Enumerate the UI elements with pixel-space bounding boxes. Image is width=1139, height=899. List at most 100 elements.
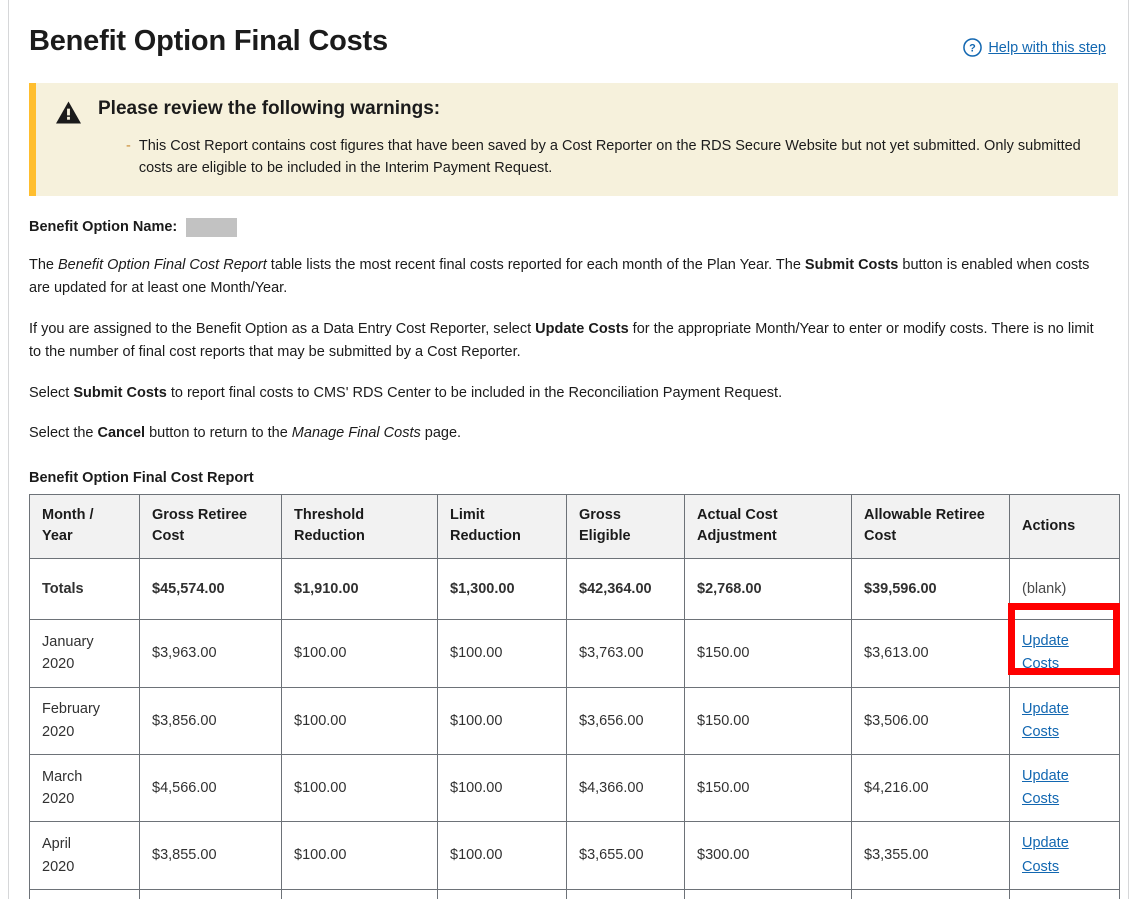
benefit-option-name-label: Benefit Option Name: [29, 219, 177, 235]
cell-limit-reduction: $100.00 [438, 754, 567, 821]
update-costs-link[interactable]: Update Costs [1022, 630, 1107, 676]
para3-text-b: to report final costs to CMS' RDS Center… [167, 385, 782, 401]
cell-actions: Update Costs [1010, 687, 1120, 754]
page-inner: Benefit Option Final Costs ? Help with t… [9, 0, 1128, 899]
totals-gross-eligible: $42,364.00 [567, 559, 685, 620]
table-caption: Benefit Option Final Cost Report [29, 470, 1108, 486]
column-header-gross-eligible-line1: Gross [579, 505, 672, 527]
column-header-month-year-line2: Year [42, 526, 127, 548]
paragraph-data-entry-reporter: If you are assigned to the Benefit Optio… [29, 318, 1108, 365]
column-header-actual-cost-adjustment-line1: Actual Cost [697, 505, 839, 527]
cell-allowable-retiree-cost: $4,216.00 [852, 754, 1010, 821]
cell-year: 2020 [42, 653, 127, 675]
cell-threshold-reduction: $100.00 [282, 687, 438, 754]
benefit-option-name-value-redacted [186, 218, 237, 237]
cell-actions: Update Costs [1010, 754, 1120, 821]
para1-bold-submit-costs: Submit Costs [805, 257, 898, 273]
cell-gross-eligible: $3,763.00 [567, 620, 685, 687]
cell-gross-retiree-cost: $3,963.00 [140, 620, 282, 687]
cell-threshold-reduction: $100.00 [282, 754, 438, 821]
update-costs-link-line1: Update [1022, 630, 1107, 653]
page-header: Benefit Option Final Costs ? Help with t… [29, 0, 1108, 58]
para4-text-c: page. [421, 425, 461, 441]
cell-month: February [42, 698, 127, 720]
cell-actual-cost-adjustment: $150.00 [685, 754, 852, 821]
totals-label: Totals [30, 559, 140, 620]
cell-limit-reduction: $100.00 [438, 687, 567, 754]
totals-actions-blank: (blank) [1010, 559, 1120, 620]
column-header-threshold-reduction-line1: Threshold [294, 505, 425, 527]
column-header-threshold-reduction-line2: Reduction [294, 526, 425, 548]
para3-bold-submit-costs: Submit Costs [73, 385, 166, 401]
column-header-month-year-line1: Month / [42, 505, 127, 527]
cell-year: 2020 [42, 856, 127, 878]
update-costs-link-line1: Update [1022, 698, 1107, 721]
column-header-allowable-retiree-cost: Allowable Retiree Cost [852, 494, 1010, 559]
page-container: Benefit Option Final Costs ? Help with t… [8, 0, 1129, 899]
warning-body: - This Cost Report contains cost figures… [126, 135, 1102, 180]
column-header-gross-retiree-cost: Gross Retiree Cost [140, 494, 282, 559]
column-header-limit-reduction-line2: Reduction [450, 526, 554, 548]
column-header-month-year: Month / Year [30, 494, 140, 559]
update-costs-link[interactable]: Update Costs [1022, 765, 1107, 811]
cell-allowable-retiree-cost: $3,355.00 [852, 822, 1010, 889]
cell-actual-cost-adjustment: $250.00 [685, 889, 852, 899]
cell-month-year: January 2020 [30, 620, 140, 687]
cell-gross-eligible: $3,655.00 [567, 822, 685, 889]
totals-gross-retiree-cost: $45,574.00 [140, 559, 282, 620]
cell-gross-retiree-cost: $3,856.00 [140, 687, 282, 754]
cell-threshold-reduction: $500.00 [282, 889, 438, 899]
cell-gross-retiree-cost: $3,855.00 [140, 822, 282, 889]
column-header-actions: Actions [1010, 494, 1120, 559]
para4-text-b: button to return to the [145, 425, 292, 441]
table-row: May 2020 $4,957.00 $500.00 $200.00 $4,25… [30, 889, 1120, 899]
update-costs-link-line2: Costs [1022, 788, 1107, 811]
cell-allowable-retiree-cost: $4,007.00 [852, 889, 1010, 899]
cell-month-year: March 2020 [30, 754, 140, 821]
warning-banner: Please review the following warnings: - … [29, 83, 1118, 196]
page-title: Benefit Option Final Costs [29, 26, 388, 58]
column-header-limit-reduction-line1: Limit [450, 505, 554, 527]
column-header-limit-reduction: Limit Reduction [438, 494, 567, 559]
para4-bold-cancel: Cancel [98, 425, 146, 441]
help-with-this-step-link[interactable]: ? Help with this step [963, 26, 1108, 57]
para1-italic-report-name: Benefit Option Final Cost Report [58, 257, 267, 273]
para4-italic-manage-final-costs: Manage Final Costs [292, 425, 421, 441]
cell-month-year: April 2020 [30, 822, 140, 889]
cell-actual-cost-adjustment: $150.00 [685, 620, 852, 687]
warning-header: Please review the following warnings: [55, 97, 1102, 125]
table-body: Totals $45,574.00 $1,910.00 $1,300.00 $4… [30, 559, 1120, 899]
cell-actual-cost-adjustment: $150.00 [685, 687, 852, 754]
column-header-gross-eligible: Gross Eligible [567, 494, 685, 559]
warning-title: Please review the following warnings: [98, 97, 440, 121]
column-header-allowable-retiree-cost-line1: Allowable Retiree [864, 505, 997, 527]
para1-text-a: The [29, 257, 58, 273]
warning-triangle-icon [55, 100, 82, 125]
column-header-gross-eligible-line2: Eligible [579, 526, 672, 548]
cell-threshold-reduction: $100.00 [282, 822, 438, 889]
update-costs-link[interactable]: Update Costs [1022, 832, 1107, 878]
warning-message: This Cost Report contains cost figures t… [139, 135, 1102, 180]
para3-text-a: Select [29, 385, 73, 401]
update-costs-link-line1: Update [1022, 765, 1107, 788]
table-row: March 2020 $4,566.00 $100.00 $100.00 $4,… [30, 754, 1120, 821]
cell-threshold-reduction: $100.00 [282, 620, 438, 687]
cell-month: March [42, 766, 127, 788]
table-row: April 2020 $3,855.00 $100.00 $100.00 $3,… [30, 822, 1120, 889]
cell-month: January [42, 631, 127, 653]
help-link-label: Help with this step [988, 40, 1106, 56]
totals-actual-cost-adjustment: $2,768.00 [685, 559, 852, 620]
update-costs-link-line1: Update [1022, 832, 1107, 855]
cell-month-year: February 2020 [30, 687, 140, 754]
para4-text-a: Select the [29, 425, 98, 441]
cell-gross-retiree-cost: $4,957.00 [140, 889, 282, 899]
column-header-actual-cost-adjustment: Actual Cost Adjustment [685, 494, 852, 559]
paragraph-cancel: Select the Cancel button to return to th… [29, 422, 1108, 445]
column-header-gross-retiree-cost-line1: Gross Retiree [152, 505, 269, 527]
update-costs-link-line2: Costs [1022, 856, 1107, 879]
totals-allowable-retiree-cost: $39,596.00 [852, 559, 1010, 620]
update-costs-link[interactable]: Update Costs [1022, 698, 1107, 744]
totals-limit-reduction: $1,300.00 [438, 559, 567, 620]
update-costs-link-line2: Costs [1022, 653, 1107, 676]
benefit-option-final-cost-report-table: Month / Year Gross Retiree Cost Threshol… [29, 494, 1120, 899]
